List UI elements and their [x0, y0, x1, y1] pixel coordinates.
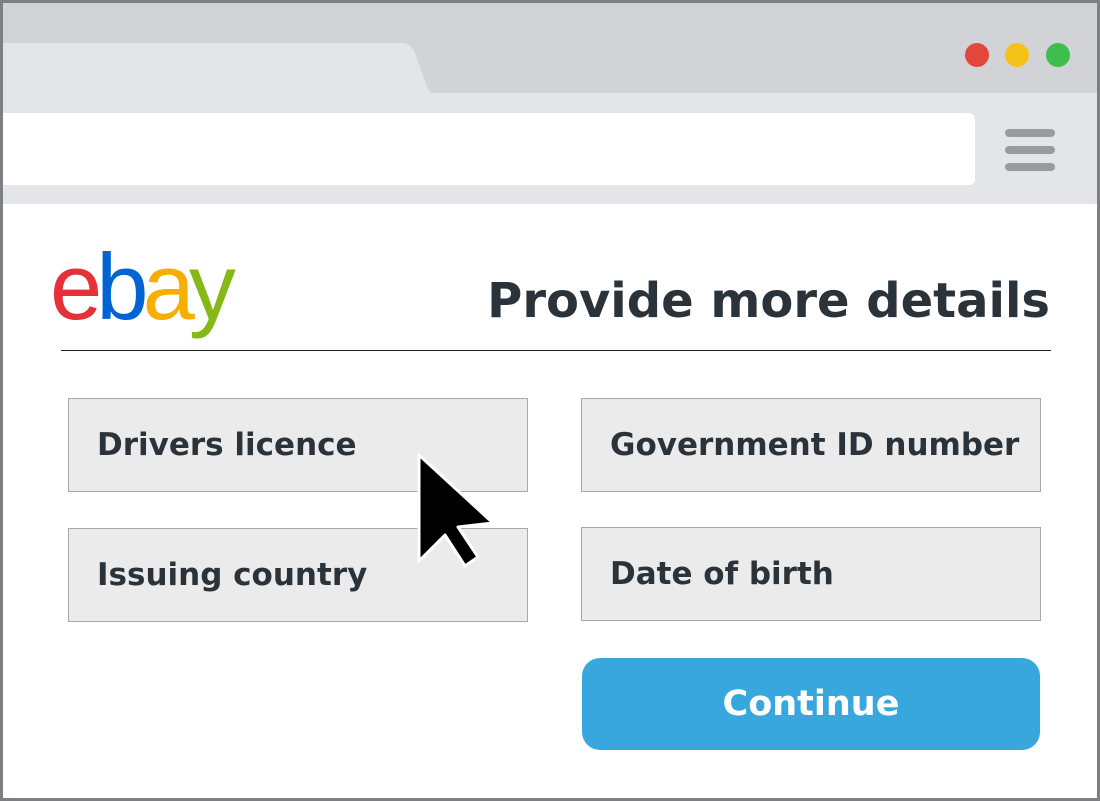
page-title: Provide more details — [487, 273, 1050, 329]
issuing-country-field[interactable]: Issuing country — [68, 528, 528, 622]
date-of-birth-field[interactable]: Date of birth — [581, 527, 1041, 621]
ebay-logo-image: ebay — [50, 234, 242, 339]
title-divider — [61, 350, 1051, 351]
drivers-licence-label: Drivers licence — [97, 427, 357, 463]
continue-button-label: Continue — [722, 684, 900, 724]
hamburger-menu-icon[interactable] — [1005, 129, 1055, 171]
svg-text:ebay: ebay — [50, 237, 236, 339]
date-of-birth-label: Date of birth — [610, 556, 834, 592]
issuing-country-label: Issuing country — [97, 557, 368, 593]
address-bar[interactable] — [3, 113, 975, 185]
browser-tab[interactable] — [3, 43, 433, 95]
minimize-window-icon[interactable] — [1005, 43, 1029, 67]
maximize-window-icon[interactable] — [1046, 43, 1070, 67]
browser-chrome — [3, 3, 1097, 204]
government-id-field[interactable]: Government ID number — [581, 398, 1041, 492]
ebay-logo: ebay — [50, 234, 308, 347]
continue-button[interactable]: Continue — [582, 658, 1040, 750]
government-id-label: Government ID number — [610, 427, 1020, 463]
drivers-licence-field[interactable]: Drivers licence — [68, 398, 528, 492]
browser-window: ebay Provide more details Drivers licenc… — [0, 0, 1100, 801]
close-window-icon[interactable] — [965, 43, 989, 67]
